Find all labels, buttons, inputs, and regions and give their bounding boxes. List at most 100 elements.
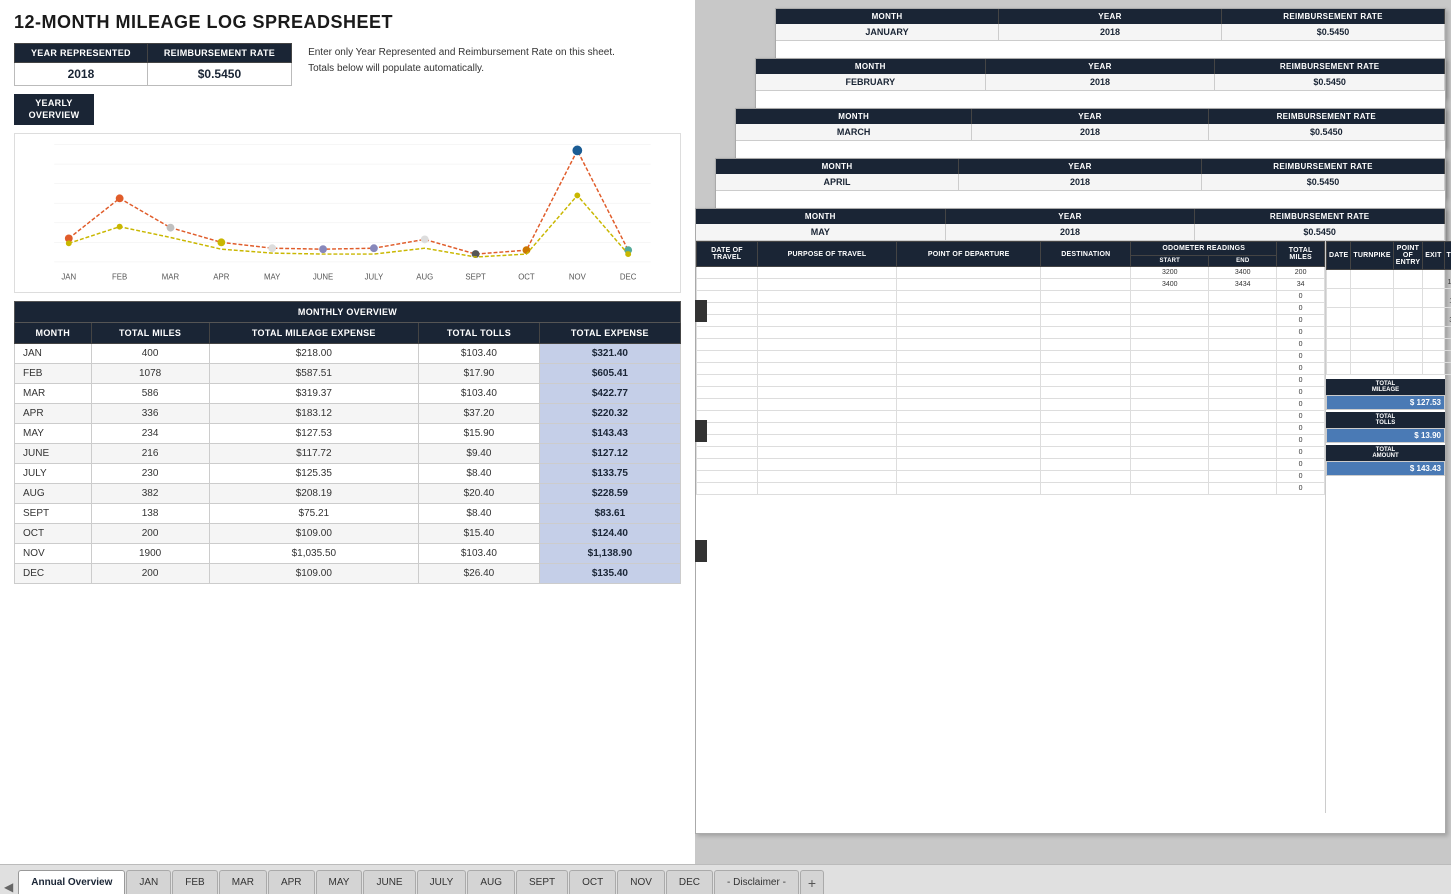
row-month: DEC bbox=[15, 564, 92, 584]
row-tolls: $103.40 bbox=[419, 384, 540, 404]
total-mileage-label: TOTALMILEAGE bbox=[1326, 379, 1445, 395]
list-item: $ - bbox=[1327, 363, 1451, 375]
year-label: YEAR REPRESENTED bbox=[15, 44, 148, 63]
list-item: $ - bbox=[1327, 351, 1451, 363]
list-item: 0 bbox=[697, 459, 1325, 471]
svg-text:MAR: MAR bbox=[162, 273, 180, 282]
mar-month: MARCH bbox=[736, 124, 972, 140]
tab-add-button[interactable]: + bbox=[800, 870, 824, 894]
list-item: 0 bbox=[697, 375, 1325, 387]
tab---disclaimer--[interactable]: - Disclaimer - bbox=[714, 870, 799, 894]
row-total: $228.59 bbox=[539, 484, 680, 504]
list-item: 0 bbox=[697, 411, 1325, 423]
row-total: $124.40 bbox=[539, 524, 680, 544]
table-row: NOV 1900 $1,035.50 $103.40 $1,138.90 bbox=[15, 544, 681, 564]
list-item: 0 bbox=[697, 435, 1325, 447]
list-item: 0 bbox=[697, 315, 1325, 327]
may-rate: $0.5450 bbox=[1195, 224, 1445, 240]
instructions-line2: Totals below will populate automatically… bbox=[308, 61, 615, 77]
tab-apr[interactable]: APR bbox=[268, 870, 315, 894]
tab-mar[interactable]: MAR bbox=[219, 870, 267, 894]
svg-text:OCT: OCT bbox=[518, 273, 535, 282]
row-month: NOV bbox=[15, 544, 92, 564]
table-row: MAY 234 $127.53 $15.90 $143.43 bbox=[15, 424, 681, 444]
table-row: SEPT 138 $75.21 $8.40 $83.61 bbox=[15, 504, 681, 524]
list-item: $ 11.00 234 bbox=[1327, 270, 1451, 289]
svg-text:APR: APR bbox=[213, 273, 229, 282]
row-tolls: $26.40 bbox=[419, 564, 540, 584]
row-tolls: $8.40 bbox=[419, 464, 540, 484]
tab-sept[interactable]: SEPT bbox=[516, 870, 568, 894]
top-info-section: YEAR REPRESENTED REIMBURSEMENT RATE 2018… bbox=[14, 43, 681, 86]
tab-oct[interactable]: OCT bbox=[569, 870, 616, 894]
tab-june[interactable]: JUNE bbox=[363, 870, 415, 894]
list-item: $ 1.50 bbox=[1327, 289, 1451, 308]
row-miles: 1900 bbox=[91, 544, 209, 564]
chart-svg: JAN FEB MAR APR MAY JUNE JULY AUG SEPT O… bbox=[15, 134, 680, 292]
row-mileage-exp: $218.00 bbox=[209, 344, 418, 364]
row-miles: 216 bbox=[91, 444, 209, 464]
row-miles: 382 bbox=[91, 484, 209, 504]
tab-annual-overview[interactable]: Annual Overview bbox=[18, 870, 125, 894]
svg-text:SEPT: SEPT bbox=[465, 273, 486, 282]
row-miles: 400 bbox=[91, 344, 209, 364]
tab-july[interactable]: JULY bbox=[417, 870, 467, 894]
row-total: $1,138.90 bbox=[539, 544, 680, 564]
may-year: 2018 bbox=[946, 224, 1196, 240]
row-total: $605.41 bbox=[539, 364, 680, 384]
list-item: 0 bbox=[697, 351, 1325, 363]
row-miles: 586 bbox=[91, 384, 209, 404]
table-row: MAR 586 $319.37 $103.40 $422.77 bbox=[15, 384, 681, 404]
monthly-col-mileage: TOTAL MILEAGE EXPENSE bbox=[209, 323, 418, 344]
may-data-table: DATE OFTRAVEL PURPOSE OF TRAVEL POINT OF… bbox=[696, 241, 1325, 495]
row-tolls: $8.40 bbox=[419, 504, 540, 524]
list-item: 0 bbox=[697, 363, 1325, 375]
reimb-value[interactable]: $0.5450 bbox=[147, 63, 291, 86]
svg-text:FEB: FEB bbox=[112, 273, 127, 282]
row-tolls: $15.40 bbox=[419, 524, 540, 544]
total-amount-label: TOTALAMOUNT bbox=[1326, 445, 1445, 461]
row-tolls: $37.20 bbox=[419, 404, 540, 424]
list-item: 0 bbox=[697, 483, 1325, 495]
row-total: $83.61 bbox=[539, 504, 680, 524]
row-month: APR bbox=[15, 404, 92, 424]
total-mileage-value: $ 127.53 bbox=[1326, 395, 1445, 410]
row-total: $422.77 bbox=[539, 384, 680, 404]
tab-container: Annual OverviewJANFEBMARAPRMAYJUNEJULYAU… bbox=[18, 870, 799, 894]
scroll-indicator-2 bbox=[695, 420, 707, 442]
tab-nav-prev[interactable]: ◀ bbox=[4, 880, 13, 894]
row-tolls: $103.40 bbox=[419, 544, 540, 564]
list-item: 0 bbox=[697, 339, 1325, 351]
row-month: SEPT bbox=[15, 504, 92, 524]
tab-aug[interactable]: AUG bbox=[467, 870, 515, 894]
left-panel: 12-MONTH MILEAGE LOG SPREADSHEET YEAR RE… bbox=[0, 0, 695, 864]
row-miles: 234 bbox=[91, 424, 209, 444]
sheet-may: MONTH YEAR REIMBURSEMENT RATE MAY 2018 $… bbox=[695, 208, 1446, 834]
feb-month: FEBRUARY bbox=[756, 74, 986, 90]
row-tolls: $17.90 bbox=[419, 364, 540, 384]
tab-dec[interactable]: DEC bbox=[666, 870, 713, 894]
row-total: $220.32 bbox=[539, 404, 680, 424]
row-month: OCT bbox=[15, 524, 92, 544]
table-row: JULY 230 $125.35 $8.40 $133.75 bbox=[15, 464, 681, 484]
feb-year: 2018 bbox=[986, 74, 1216, 90]
list-item: 0 bbox=[697, 423, 1325, 435]
row-total: $143.43 bbox=[539, 424, 680, 444]
row-mileage-exp: $117.72 bbox=[209, 444, 418, 464]
table-row: DEC 200 $109.00 $26.40 $135.40 bbox=[15, 564, 681, 584]
tab-jan[interactable]: JAN bbox=[126, 870, 171, 894]
list-item: 3400 3434 34 bbox=[697, 279, 1325, 291]
row-tolls: $15.90 bbox=[419, 424, 540, 444]
svg-text:MAY: MAY bbox=[264, 273, 281, 282]
feb-rate: $0.5450 bbox=[1215, 74, 1445, 90]
page-title: 12-MONTH MILEAGE LOG SPREADSHEET bbox=[14, 12, 681, 33]
row-mileage-exp: $109.00 bbox=[209, 564, 418, 584]
monthly-overview-table: MONTHLY OVERVIEW MONTH TOTAL MILES TOTAL… bbox=[14, 301, 681, 584]
apr-year: 2018 bbox=[959, 174, 1202, 190]
tab-feb[interactable]: FEB bbox=[172, 870, 217, 894]
tab-may[interactable]: MAY bbox=[316, 870, 363, 894]
tab-nov[interactable]: NOV bbox=[617, 870, 665, 894]
row-total: $135.40 bbox=[539, 564, 680, 584]
year-value[interactable]: 2018 bbox=[15, 63, 148, 86]
row-month: FEB bbox=[15, 364, 92, 384]
